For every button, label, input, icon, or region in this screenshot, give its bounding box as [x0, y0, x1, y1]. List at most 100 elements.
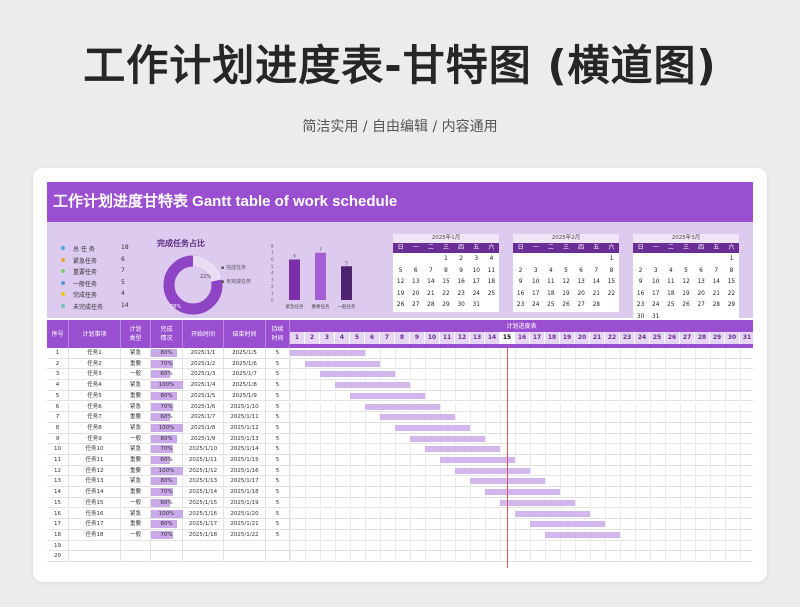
gantt-bar[interactable]: [365, 403, 440, 410]
calendar-day: 14: [712, 279, 720, 285]
gantt-bar[interactable]: [425, 446, 500, 453]
table-row[interactable]: 17 任务17 重要 80% 2025/1/17 2025/1/21 5: [47, 519, 753, 530]
stat-item: 完成任务 4: [61, 290, 171, 300]
calendar-day: [513, 254, 528, 266]
table-row[interactable]: 7 任务7 重要 60% 2025/1/7 2025/1/11 5: [47, 412, 753, 423]
cell-progress: 80%: [151, 348, 183, 359]
calendar-day: 19: [682, 290, 690, 297]
calendar-day: 26: [396, 302, 405, 308]
cell-no: 5: [47, 390, 69, 402]
cell-end: 2025/1/12: [224, 422, 266, 434]
weekday-label: 二: [547, 244, 554, 251]
gantt-day: 25: [650, 332, 665, 344]
calendar-day: 17: [652, 290, 660, 297]
gantt-cell: [290, 358, 753, 370]
bar-value-label: 6: [293, 254, 296, 259]
table-row[interactable]: 18 任务18 一般 70% 2025/1/18 2025/1/22 5: [47, 529, 753, 541]
calendar-day: 24: [472, 290, 480, 297]
table-row[interactable]: 9 任务9 一般 80% 2025/1/9 2025/1/13 5: [47, 433, 753, 445]
gantt-bar[interactable]: [335, 382, 410, 389]
gantt-bar[interactable]: [545, 531, 620, 538]
weekday-label: 日: [517, 244, 524, 251]
cell-start: 2025/1/8: [183, 422, 224, 434]
table-row[interactable]: 16 任务16 紧急 100% 2025/1/16 2025/1/20 5: [47, 508, 753, 520]
gantt-bar[interactable]: [455, 467, 530, 474]
header-progress: 完成 情况: [151, 320, 183, 348]
gantt-cell: [290, 401, 753, 413]
header-duration: 持续 时间: [266, 320, 290, 348]
gantt-bar[interactable]: [410, 435, 485, 442]
table-row[interactable]: 6 任务6 紧急 70% 2025/1/6 2025/1/10 5: [47, 401, 753, 413]
page-subtitle: 简洁实用 / 自由编辑 / 内容通用: [302, 119, 498, 135]
cell-task: 任务15: [69, 497, 121, 509]
cell-task: 任务14: [69, 487, 121, 498]
calendar-day: 30: [457, 302, 465, 308]
calendar-day: 5: [564, 267, 568, 274]
gantt-bar[interactable]: [350, 392, 425, 399]
cell-no: 20: [47, 551, 69, 562]
cell-end: 2025/1/22: [224, 529, 266, 541]
gantt-bar[interactable]: [305, 360, 380, 367]
cell-task: 任务16: [69, 508, 121, 520]
table-row[interactable]: 4 任务4 紧急 100% 2025/1/4 2025/1/8 5: [47, 380, 753, 391]
weekday-label: 一: [412, 244, 419, 251]
table-row[interactable]: 5 任务5 重要 80% 2025/1/5 2025/1/9 5: [47, 390, 753, 402]
bar-y-tick: 7: [271, 250, 274, 255]
cell-start: 2025/1/1: [183, 348, 224, 359]
stat-item: 未完成任务 14: [61, 302, 171, 312]
table-row[interactable]: 15 任务15 一般 60% 2025/1/15 2025/1/19 5: [47, 497, 753, 509]
gantt-bar[interactable]: [440, 457, 515, 463]
gantt-bar[interactable]: [515, 510, 590, 517]
table-row[interactable]: 3 任务3 一般 60% 2025/1/3 2025/1/7 5: [47, 369, 753, 381]
cell-dur: 5: [266, 358, 290, 370]
calendar-day: [663, 254, 678, 266]
gantt-day: 31: [740, 332, 753, 344]
calendar-day: 7: [429, 267, 433, 274]
calendar-day: 11: [667, 279, 675, 285]
spreadsheet-card: 工作计划进度甘特表 Gantt table of work schedule 总…: [33, 168, 767, 582]
gantt-bar[interactable]: [485, 489, 560, 496]
cell-progress: 100%: [151, 422, 183, 434]
gantt-bar[interactable]: [380, 414, 455, 421]
gantt-cell: [290, 422, 753, 434]
gantt-bar[interactable]: [395, 424, 470, 431]
table-row[interactable]: 1 任务1 紧急 80% 2025/1/1 2025/1/5 5: [47, 348, 753, 359]
weekday-label: 一: [652, 244, 659, 251]
bar-category-label: 重要任务: [312, 303, 330, 310]
calendar-day: 28: [592, 302, 600, 308]
gantt-bar[interactable]: [530, 521, 605, 528]
table-row[interactable]: 2 任务2 重要 70% 2025/1/2 2025/1/6 5: [47, 358, 753, 370]
calendar-day: 1: [444, 256, 448, 262]
gantt-cell: [290, 497, 753, 509]
calendar-day: 25: [487, 290, 496, 297]
table-row[interactable]: 10 任务10 紧急 70% 2025/1/10 2025/1/14 5: [47, 444, 753, 455]
table-row[interactable]: 12 任务12 重要 100% 2025/1/12 2025/1/16 5: [47, 465, 753, 477]
calendar-day: 23: [457, 290, 465, 297]
stat-item: 总 任 务 18: [61, 244, 171, 254]
calendar-day: 16: [636, 290, 645, 297]
weekday-label: 六: [728, 244, 735, 251]
progress-text: 60%: [160, 457, 173, 463]
calendar-day: 21: [712, 290, 720, 297]
table-row[interactable]: 19: [47, 540, 753, 552]
table-row[interactable]: 8 任务8 紧急 100% 2025/1/8 2025/1/12 5: [47, 422, 753, 434]
cell-type: 紧急: [121, 444, 151, 455]
cell-dur: 5: [266, 487, 290, 498]
gantt-bar[interactable]: [290, 350, 365, 356]
cell-progress: 60%: [151, 455, 183, 466]
table-row[interactable]: 11 任务11 重要 60% 2025/1/11 2025/1/15 5: [47, 455, 753, 466]
calendar-day: 8: [444, 267, 448, 274]
cell-progress: [151, 551, 183, 562]
table-row[interactable]: 20: [47, 551, 753, 562]
gantt-bar[interactable]: [320, 371, 395, 378]
cell-start: 2025/1/10: [183, 444, 224, 455]
table-row[interactable]: 14 任务14 重要 70% 2025/1/14 2025/1/18 5: [47, 487, 753, 498]
cell-task: 任务1: [69, 348, 121, 359]
table-row[interactable]: 13 任务13 紧急 80% 2025/1/13 2025/1/17 5: [47, 476, 753, 488]
gantt-bar[interactable]: [500, 499, 575, 506]
weekday-label: 三: [562, 244, 569, 251]
cell-start: 2025/1/16: [183, 508, 224, 520]
calendar-day: 28: [427, 302, 435, 308]
gantt-cell: [290, 444, 753, 455]
cell-no: 16: [47, 508, 69, 520]
